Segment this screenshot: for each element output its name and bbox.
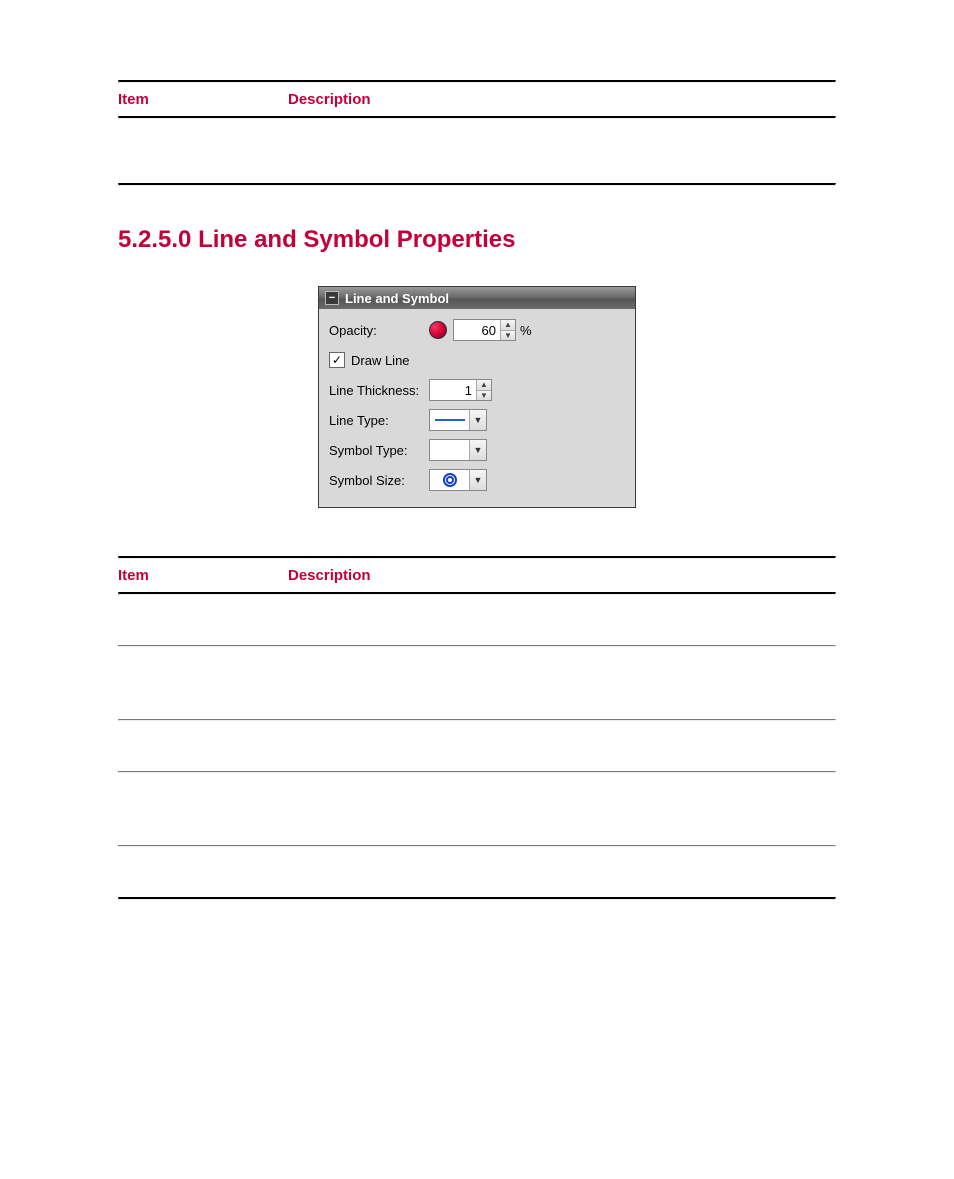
chevron-down-icon[interactable]: ▼ — [469, 440, 486, 460]
symbolsize-preview-icon — [430, 472, 469, 488]
table1-header-row: Item Description — [118, 83, 836, 116]
thickness-label: Line Thickness: — [329, 383, 429, 398]
symbolsize-label: Symbol Size: — [329, 473, 429, 488]
table-row — [118, 647, 836, 719]
table2-header-desc: Description — [288, 567, 836, 584]
table-row — [118, 847, 836, 897]
thickness-spin-buttons[interactable]: ▲ ▼ — [476, 380, 491, 400]
table-row — [118, 721, 836, 771]
drawline-checkbox[interactable]: ✓ — [329, 352, 345, 368]
row-symbolsize: Symbol Size: ▼ — [329, 465, 625, 495]
panel-titlebar[interactable]: − Line and Symbol — [319, 287, 635, 309]
table1-header-item: Item — [118, 91, 288, 108]
row-thickness: Line Thickness: ▲ ▼ — [329, 375, 625, 405]
chevron-down-icon[interactable]: ▼ — [469, 470, 486, 490]
opacity-label: Opacity: — [329, 323, 429, 338]
collapse-icon[interactable]: − — [325, 291, 339, 305]
row-linetype: Line Type: ▼ — [329, 405, 625, 435]
linetype-label: Line Type: — [329, 413, 429, 428]
symbolsize-combo[interactable]: ▼ — [429, 469, 487, 491]
spin-up-icon[interactable]: ▲ — [477, 380, 491, 391]
table2-rows — [118, 595, 836, 900]
table1: Item Description — [118, 80, 836, 186]
table2-header-row: Item Description — [118, 559, 836, 592]
symboltype-label: Symbol Type: — [329, 443, 429, 458]
panel-body: Opacity: ▲ ▼ % ✓ Draw Line Line Thicknes… — [319, 309, 635, 507]
opacity-unit: % — [520, 323, 532, 338]
table2: Item Description — [118, 556, 836, 900]
color-swatch-icon[interactable] — [429, 321, 447, 339]
linetype-preview-icon — [430, 419, 469, 421]
document-page: Item Description 5.2.5.0 Line and Symbol… — [0, 0, 954, 1179]
table2-bottom-rule — [118, 897, 836, 900]
row-drawline: ✓ Draw Line — [329, 345, 625, 375]
table-row — [118, 773, 836, 845]
opacity-spinner[interactable]: ▲ ▼ — [453, 319, 516, 341]
table1-header-desc: Description — [288, 91, 836, 108]
thickness-input[interactable] — [430, 381, 476, 399]
table1-bottom-rule — [118, 183, 836, 186]
spin-up-icon[interactable]: ▲ — [501, 320, 515, 331]
drawline-label: Draw Line — [351, 353, 410, 368]
chevron-down-icon[interactable]: ▼ — [469, 410, 486, 430]
symboltype-combo[interactable]: ▼ — [429, 439, 487, 461]
row-symboltype: Symbol Type: ▼ — [329, 435, 625, 465]
table2-header-item: Item — [118, 567, 288, 584]
thickness-spinner[interactable]: ▲ ▼ — [429, 379, 492, 401]
opacity-spin-buttons[interactable]: ▲ ▼ — [500, 320, 515, 340]
opacity-input[interactable] — [454, 321, 500, 339]
panel-title: Line and Symbol — [345, 291, 449, 306]
line-symbol-panel: − Line and Symbol Opacity: ▲ ▼ % ✓ Draw … — [318, 286, 636, 508]
table-row — [118, 595, 836, 645]
table1-empty-row — [118, 119, 836, 183]
row-opacity: Opacity: ▲ ▼ % — [329, 315, 625, 345]
linetype-combo[interactable]: ▼ — [429, 409, 487, 431]
spin-down-icon[interactable]: ▼ — [501, 331, 515, 341]
section-heading: 5.2.5.0 Line and Symbol Properties — [118, 226, 836, 254]
spin-down-icon[interactable]: ▼ — [477, 391, 491, 401]
